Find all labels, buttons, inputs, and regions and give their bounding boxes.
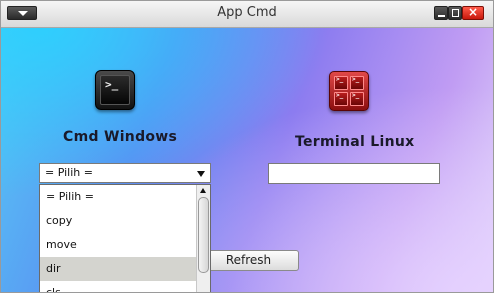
command-dropdown-list[interactable]: = Pilih = copy move dir cls: [39, 184, 211, 292]
combo-selected-value: = Pilih =: [45, 166, 93, 179]
cmd-windows-label: Cmd Windows: [63, 129, 178, 145]
main-content: >_ >_ >_ >_ >_ Cmd Windows Terminal Linu…: [1, 28, 493, 292]
linux-terminal-icon[interactable]: >_ >_ >_ >_: [329, 71, 369, 111]
scroll-up-arrow-icon[interactable]: [200, 188, 206, 193]
dropdown-item-dir[interactable]: dir: [40, 257, 196, 281]
terminal-linux-label: Terminal Linux: [295, 134, 415, 150]
dropdown-scrollbar[interactable]: [196, 185, 210, 292]
terminal-input-field[interactable]: [268, 163, 440, 184]
dropdown-item-move[interactable]: move: [40, 233, 196, 257]
command-combo-box[interactable]: = Pilih =: [39, 163, 211, 183]
terminal-icon-cell: >_: [350, 92, 364, 106]
dropdown-item-pilih[interactable]: = Pilih =: [40, 185, 196, 209]
terminal-icon-cell: >_: [350, 76, 364, 90]
app-window: App Cmd × >_ >_ >_ >_ >_ Cmd Windows Ter…: [0, 0, 494, 293]
refresh-button[interactable]: Refresh: [198, 250, 299, 271]
minimize-button[interactable]: [434, 6, 448, 20]
terminal-icon-cell: >_: [334, 92, 348, 106]
close-icon: ×: [467, 5, 479, 19]
window-title: App Cmd: [217, 5, 277, 20]
cmd-terminal-icon[interactable]: >_: [95, 70, 135, 110]
terminal-icon-cell: >_: [334, 76, 348, 90]
chevron-down-icon[interactable]: [197, 171, 205, 177]
cmd-screen: >_: [100, 75, 130, 105]
dropdown-item-copy[interactable]: copy: [40, 209, 196, 233]
prompt-glyph: >_: [105, 78, 119, 91]
title-bar[interactable]: App Cmd ×: [1, 1, 493, 28]
dropdown-item-cls[interactable]: cls: [40, 281, 196, 292]
maximize-button[interactable]: [448, 6, 462, 20]
close-button[interactable]: ×: [462, 5, 484, 20]
scrollbar-thumb[interactable]: [198, 197, 209, 273]
